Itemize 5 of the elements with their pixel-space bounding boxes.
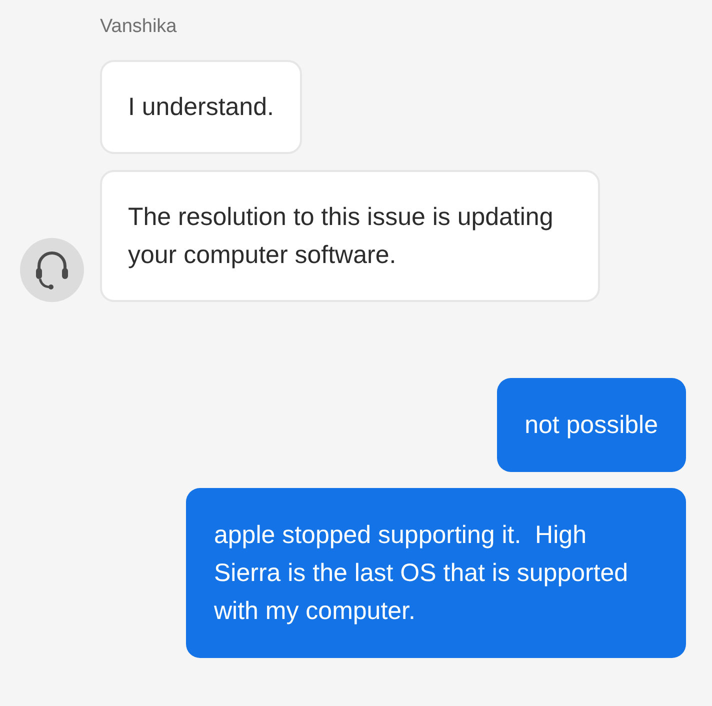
chat-message: I understand. <box>100 60 302 154</box>
chat-message: apple stopped supporting it. High Sierra is the last OS that is supported with my computer. <box>186 488 686 658</box>
sender-name: Vanshika <box>100 15 178 39</box>
chat-message: The resolution to this issue is updating your computer software. <box>100 170 600 302</box>
chat-message: not possible <box>496 378 686 472</box>
